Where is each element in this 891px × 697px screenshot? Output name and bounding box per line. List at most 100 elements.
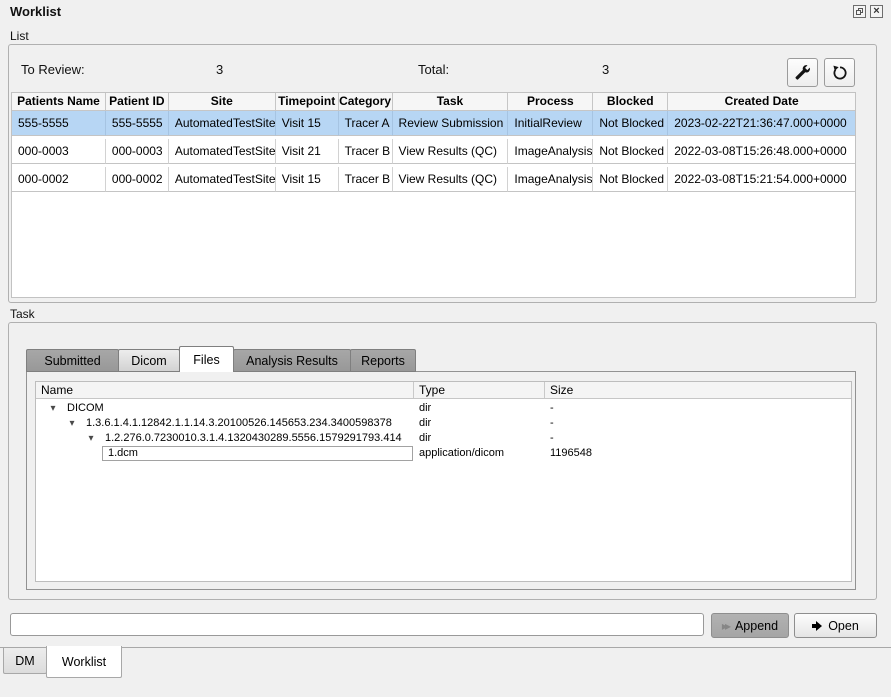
column-header[interactable]: Site: [169, 93, 276, 110]
table-row[interactable]: 000-0003 000-0003 AutomatedTestSite Visi…: [12, 139, 855, 164]
tab-dm[interactable]: DM: [3, 647, 47, 674]
cell-timepoint: Visit 15: [276, 111, 339, 136]
file-type: application/dicom: [414, 446, 545, 461]
tab-submitted[interactable]: Submitted: [26, 349, 119, 372]
table-row[interactable]: 000-0002 000-0002 AutomatedTestSite Visi…: [12, 167, 855, 192]
tree-row[interactable]: ▾ 1.3.6.1.4.1.12842.1.1.14.3.20100526.14…: [36, 416, 851, 431]
column-header-type[interactable]: Type: [414, 382, 545, 398]
refresh-icon: [831, 64, 849, 82]
close-window-button[interactable]: ×: [870, 5, 883, 18]
file-size: -: [545, 416, 851, 431]
append-button-label: Append: [735, 619, 778, 633]
column-header[interactable]: Patients Name: [12, 93, 106, 110]
worklist-table-header: Patients Name Patient ID Site Timepoint …: [12, 93, 855, 111]
file-size: 1196548: [545, 446, 851, 461]
append-button[interactable]: ▸▸ Append: [711, 613, 789, 638]
chevron-down-icon[interactable]: ▾: [66, 416, 78, 431]
file-size: -: [545, 431, 851, 446]
tree-row-focused[interactable]: 1.dcm application/dicom 1196548: [36, 446, 851, 461]
cell-patient-id: 555-5555: [106, 111, 169, 136]
path-input[interactable]: [10, 613, 704, 636]
cell-category: Tracer B: [339, 139, 393, 164]
column-header[interactable]: Process: [508, 93, 593, 110]
task-section-label: Task: [10, 307, 35, 321]
list-groupbox: To Review: 3 Total: 3 Patients Name Pati…: [8, 44, 877, 303]
cell-process: ImageAnalysis: [508, 167, 593, 192]
cell-patients-name: 555-5555: [12, 111, 106, 136]
open-button[interactable]: Open: [794, 613, 877, 638]
file-name: DICOM: [59, 401, 104, 416]
tree-row[interactable]: ▾ 1.2.276.0.7230010.3.1.4.1320430289.555…: [36, 431, 851, 446]
to-review-label: To Review:: [21, 62, 85, 77]
file-size: -: [545, 401, 851, 416]
tab-analysis-results[interactable]: Analysis Results: [233, 349, 351, 372]
cell-created-date: 2022-03-08T15:21:54.000+0000: [668, 167, 855, 192]
open-button-label: Open: [828, 619, 859, 633]
cell-site: AutomatedTestSite: [169, 139, 276, 164]
cell-patients-name: 000-0002: [12, 167, 106, 192]
close-icon: ×: [873, 6, 879, 17]
files-table: Name Type Size ▾ DICOM dir - ▾ 1.3.6.1.4…: [35, 381, 852, 582]
double-right-arrow-icon: ▸▸: [722, 619, 728, 633]
cell-patient-id: 000-0002: [106, 167, 169, 192]
to-review-value: 3: [216, 62, 223, 77]
cell-created-date: 2023-02-22T21:36:47.000+0000: [668, 111, 855, 136]
file-name: 1.2.276.0.7230010.3.1.4.1320430289.5556.…: [97, 431, 402, 446]
column-header[interactable]: Patient ID: [106, 93, 169, 110]
cell-site: AutomatedTestSite: [169, 111, 276, 136]
cell-process: ImageAnalysis: [508, 139, 593, 164]
window-title: Worklist: [10, 4, 61, 19]
float-window-button[interactable]: [853, 5, 866, 18]
cell-task: View Results (QC): [393, 139, 509, 164]
file-type: dir: [414, 401, 545, 416]
focused-file-cell[interactable]: 1.dcm: [102, 446, 413, 461]
file-tree: ▾ DICOM dir - ▾ 1.3.6.1.4.1.12842.1.1.14…: [36, 399, 851, 461]
cell-patients-name: 000-0003: [12, 139, 106, 164]
refresh-button[interactable]: [824, 58, 855, 87]
column-header[interactable]: Timepoint: [276, 93, 339, 110]
cell-patient-id: 000-0003: [106, 139, 169, 164]
wrench-icon: [794, 64, 811, 81]
column-header[interactable]: Category: [339, 93, 393, 110]
column-header[interactable]: Blocked: [593, 93, 668, 110]
task-groupbox: Submitted Dicom Files Analysis Results R…: [8, 322, 877, 600]
chevron-down-icon[interactable]: ▾: [47, 401, 59, 416]
settings-button[interactable]: [787, 58, 818, 87]
files-tab-pane: Name Type Size ▾ DICOM dir - ▾ 1.3.6.1.4…: [26, 371, 856, 590]
right-arrow-icon: [812, 621, 822, 631]
cell-site: AutomatedTestSite: [169, 167, 276, 192]
file-type: dir: [414, 431, 545, 446]
list-section-label: List: [10, 29, 29, 43]
table-row[interactable]: 555-5555 555-5555 AutomatedTestSite Visi…: [12, 111, 855, 136]
cell-category: Tracer B: [339, 167, 393, 192]
cell-timepoint: Visit 15: [276, 167, 339, 192]
cell-process: InitialReview: [508, 111, 593, 136]
bottom-tabbar-divider: [0, 647, 891, 648]
task-tabbar: Submitted Dicom Files Analysis Results R…: [26, 347, 415, 372]
column-header[interactable]: Task: [393, 93, 509, 110]
files-table-header: Name Type Size: [36, 382, 851, 399]
cell-blocked: Not Blocked: [593, 139, 668, 164]
cell-timepoint: Visit 21: [276, 139, 339, 164]
cell-category: Tracer A: [339, 111, 393, 136]
tab-dicom[interactable]: Dicom: [118, 349, 180, 372]
file-name: 1.3.6.1.4.1.12842.1.1.14.3.20100526.1456…: [78, 416, 392, 431]
file-name: 1.dcm: [103, 446, 138, 461]
file-type: dir: [414, 416, 545, 431]
tree-row[interactable]: ▾ DICOM dir -: [36, 401, 851, 416]
cell-task: Review Submission: [393, 111, 509, 136]
worklist-table: Patients Name Patient ID Site Timepoint …: [11, 92, 856, 298]
cell-blocked: Not Blocked: [593, 167, 668, 192]
chevron-down-icon[interactable]: ▾: [85, 431, 97, 446]
cell-created-date: 2022-03-08T15:26:48.000+0000: [668, 139, 855, 164]
column-header-size[interactable]: Size: [545, 382, 851, 398]
total-label: Total:: [418, 62, 449, 77]
column-header[interactable]: Created Date: [668, 93, 855, 110]
tab-worklist[interactable]: Worklist: [46, 646, 122, 678]
column-header-name[interactable]: Name: [36, 382, 414, 398]
window-controls: ×: [853, 5, 883, 18]
cell-blocked: Not Blocked: [593, 111, 668, 136]
tab-reports[interactable]: Reports: [350, 349, 416, 372]
cell-task: View Results (QC): [393, 167, 509, 192]
tab-files[interactable]: Files: [179, 346, 234, 372]
